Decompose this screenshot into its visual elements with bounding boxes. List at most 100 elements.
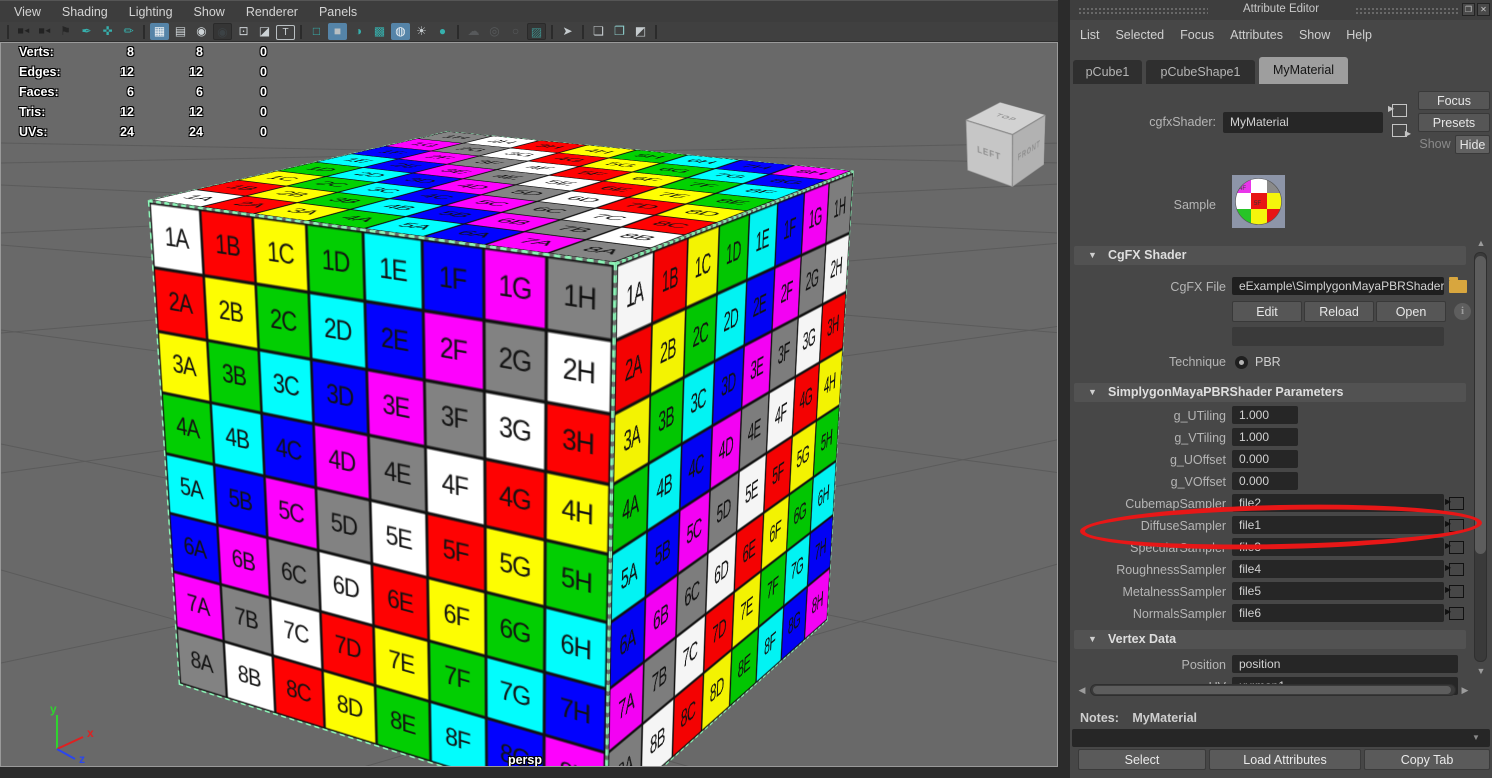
menu-show[interactable]: Show [194, 5, 225, 19]
ae-menu-selected[interactable]: Selected [1115, 28, 1164, 42]
cube-front-face[interactable]: 1A1B1C1D1E1F1G1H2A2B2C2D2E2F2G2H3A3B3C3D… [148, 200, 616, 767]
diffusesampler-field[interactable]: file1 [1232, 516, 1444, 534]
perspective-viewport[interactable]: Verts:880Edges:12120Faces:660Tris:12120U… [0, 42, 1058, 767]
ae-menu-show[interactable]: Show [1299, 28, 1330, 42]
horizontal-scrollbar-thumb[interactable] [1093, 686, 1451, 694]
scroll-down-icon[interactable]: ▼ [1474, 666, 1488, 676]
quill-icon[interactable]: ✒ [77, 23, 96, 40]
input-connection-icon[interactable] [1392, 104, 1407, 117]
browse-folder-icon[interactable] [1449, 280, 1467, 293]
text-tool-icon[interactable]: T [276, 25, 295, 40]
info-icon[interactable]: i [1454, 303, 1471, 320]
filmstrip-icon[interactable]: ▤ [171, 23, 190, 40]
attribute-editor-titlebar[interactable]: Attribute Editor ❐ ✕ [1070, 0, 1492, 20]
ae-menu-attributes[interactable]: Attributes [1230, 28, 1283, 42]
g_utiling-field[interactable]: 1.000 [1232, 406, 1298, 424]
uv-move-icon[interactable]: ✜ [98, 23, 117, 40]
texture-box-icon[interactable]: ▨ [527, 23, 546, 40]
hide-button[interactable]: Hide [1455, 135, 1490, 154]
section-shader-parameters[interactable]: SimplygonMayaPBRShader Parameters [1074, 383, 1466, 402]
light-icon[interactable]: ☀ [412, 23, 431, 40]
paint-sphere-icon[interactable]: ● [433, 23, 452, 40]
tab-pcubeshape1[interactable]: pCubeShape1 [1146, 60, 1255, 84]
open-button[interactable]: Open [1376, 301, 1446, 322]
diffusesampler-connect-icon[interactable] [1449, 519, 1464, 532]
reload-button[interactable]: Reload [1304, 301, 1374, 322]
material-sample-swatch[interactable]: 4F 5F [1232, 175, 1285, 228]
hud-stat-value: 0 [207, 105, 267, 119]
uv-snapshot-icon[interactable]: ◩ [631, 23, 650, 40]
technique-radio[interactable] [1235, 356, 1248, 369]
output-connection-icon[interactable] [1392, 124, 1407, 137]
focus-button[interactable]: Focus [1418, 91, 1490, 110]
vertical-scrollbar-thumb[interactable] [1475, 256, 1486, 554]
shader-name-field[interactable]: MyMaterial [1223, 112, 1383, 133]
menu-renderer[interactable]: Renderer [246, 5, 298, 19]
wireframe-cube-icon[interactable]: □ [307, 23, 326, 40]
textured-cube-icon[interactable]: ▩ [370, 23, 389, 40]
normalssampler-field[interactable]: file6 [1232, 604, 1444, 622]
scroll-up-icon[interactable]: ▲ [1474, 238, 1488, 248]
ae-menu-list[interactable]: List [1080, 28, 1099, 42]
tab-pcube1[interactable]: pCube1 [1073, 60, 1142, 84]
grid-icon[interactable]: ▦ [150, 23, 169, 40]
camera-icon[interactable]: ◼◄ [14, 23, 33, 40]
roughnesssampler-field[interactable]: file4 [1232, 560, 1444, 578]
normalssampler-connect-icon[interactable] [1449, 607, 1464, 620]
notes-field[interactable] [1072, 729, 1490, 747]
cubemapsampler-field[interactable]: file2 [1232, 494, 1444, 512]
tab-mymaterial[interactable]: MyMaterial [1259, 57, 1348, 84]
select-cursor-icon[interactable]: ➤ [558, 23, 577, 40]
presets-button[interactable]: Presets [1418, 113, 1490, 132]
uv-cell-3H: 3H [546, 402, 611, 485]
ring-icon[interactable]: ○ [506, 23, 525, 40]
g_vtiling-field[interactable]: 1.000 [1232, 428, 1298, 446]
cgfx-file-label: CgFX File [1070, 278, 1226, 297]
g_voffset-field[interactable]: 0.000 [1232, 472, 1298, 490]
show-button[interactable]: Show [1418, 135, 1452, 154]
edit-button[interactable]: Edit [1232, 301, 1302, 322]
checker-sphere-icon[interactable]: ◍ [391, 23, 410, 40]
metalnesssampler-connect-icon[interactable] [1449, 585, 1464, 598]
g_uoffset-field[interactable]: 0.000 [1232, 450, 1298, 468]
dashed-region-icon[interactable]: ⊡ [234, 23, 253, 40]
cgfx-file-field[interactable]: eExample\SimplygonMayaPBRShader.fx [1232, 277, 1444, 295]
hud-stat-label: Verts: [19, 45, 54, 59]
float-panel-icon[interactable]: ❐ [1462, 3, 1475, 16]
bookmark-icon[interactable]: ⚑ [56, 23, 75, 40]
scroll-left-icon[interactable]: ◀ [1075, 685, 1089, 696]
cubemapsampler-connect-icon[interactable] [1449, 497, 1464, 510]
position-field[interactable]: position [1232, 655, 1458, 673]
menu-view[interactable]: View [14, 5, 41, 19]
menu-panels[interactable]: Panels [319, 5, 357, 19]
resize-grip-icon[interactable]: ▼ [1472, 733, 1480, 742]
render-region-icon[interactable]: ◉ [213, 23, 232, 40]
camera-name-label: persp [479, 753, 571, 767]
copy-uv-icon[interactable]: ❏ [589, 23, 608, 40]
menu-shading[interactable]: Shading [62, 5, 108, 19]
select-button[interactable]: Select [1078, 749, 1206, 770]
image-plane-icon[interactable]: ◪ [255, 23, 274, 40]
metalnesssampler-field[interactable]: file5 [1232, 582, 1444, 600]
specularsampler-connect-icon[interactable] [1449, 541, 1464, 554]
copy-tab-button[interactable]: Copy Tab [1364, 749, 1490, 770]
pencil-icon[interactable]: ✏ [119, 23, 138, 40]
close-panel-icon[interactable]: ✕ [1477, 3, 1490, 16]
rings-icon[interactable]: ◎ [485, 23, 504, 40]
section-vertex-data[interactable]: Vertex Data [1074, 630, 1466, 649]
scroll-right-icon[interactable]: ▶ [1458, 685, 1472, 696]
flat-shade-icon[interactable]: ◑ [349, 23, 368, 40]
ae-menu-help[interactable]: Help [1346, 28, 1372, 42]
roughnesssampler-connect-icon[interactable] [1449, 563, 1464, 576]
load-attributes-button[interactable]: Load Attributes [1209, 749, 1361, 770]
ae-menu-focus[interactable]: Focus [1180, 28, 1214, 42]
specularsampler-field[interactable]: file3 [1232, 538, 1444, 556]
paste-uv-icon[interactable]: ❐ [610, 23, 629, 40]
section-cgfx-shader[interactable]: CgFX Shader [1074, 246, 1466, 265]
shaded-cube-icon[interactable]: ■ [328, 23, 347, 40]
render-globe-icon[interactable]: ◉ [192, 23, 211, 40]
camera-aim-icon[interactable]: ◼◄ [35, 23, 54, 40]
menu-lighting[interactable]: Lighting [129, 5, 173, 19]
cube-right-face[interactable]: 1A1B1C1D1E1F1G1H2A2B2C2D2E2F2G2H3A3B3C3D… [606, 171, 854, 767]
ghost-icon[interactable]: ☁ [464, 23, 483, 40]
